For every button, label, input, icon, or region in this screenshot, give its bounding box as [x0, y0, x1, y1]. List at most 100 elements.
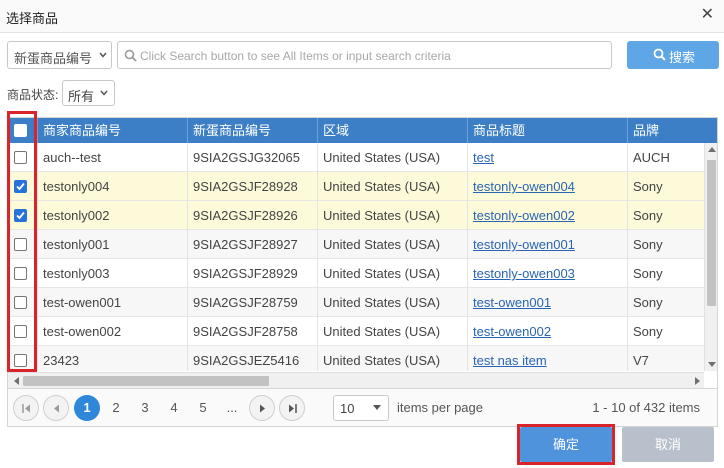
checkmark-icon — [16, 211, 25, 220]
scroll-right-icon[interactable] — [695, 377, 701, 385]
seller-sku-cell: testonly001 — [37, 230, 187, 259]
region-cell: United States (USA) — [317, 172, 467, 201]
row-checkbox[interactable] — [14, 180, 27, 193]
pager: 1 2 3 4 5 ... 10 items per page 1 - 10 o… — [7, 389, 718, 427]
region-cell: United States (USA) — [317, 346, 467, 371]
title-link[interactable]: test nas item — [467, 346, 627, 371]
dialog-titlebar: 选择商品 ✕ — [0, 0, 724, 33]
title-link[interactable]: testonly-owen002 — [467, 201, 627, 230]
page-button[interactable]: 4 — [161, 395, 187, 421]
row-checkbox[interactable] — [14, 296, 27, 309]
select-all-cell — [8, 118, 37, 143]
column-header[interactable]: 品牌 — [627, 118, 717, 143]
confirm-button[interactable]: 确定 — [520, 427, 612, 462]
chevron-right-icon — [260, 404, 265, 413]
brand-cell: Sony — [627, 288, 704, 317]
table-row[interactable]: testonly002 9SIA2GSJF28926 United States (… — [8, 201, 704, 230]
search-row: 新蛋商品编号 Click Search button to see All It… — [0, 33, 724, 75]
page-button[interactable]: 3 — [132, 395, 158, 421]
newegg-item-cell: 9SIA2GSJF28927 — [187, 230, 317, 259]
chevron-down-icon — [100, 90, 108, 96]
row-checkbox[interactable] — [14, 325, 27, 338]
table-row[interactable]: auch--test 9SIA2GSJG32065 United States (U… — [8, 143, 704, 172]
brand-cell: Sony — [627, 317, 704, 346]
search-icon — [653, 48, 666, 61]
chevron-down-icon — [99, 52, 107, 58]
row-checkbox[interactable] — [14, 267, 27, 280]
row-checkbox[interactable] — [14, 354, 27, 367]
region-cell: United States (USA) — [317, 259, 467, 288]
region-cell: United States (USA) — [317, 288, 467, 317]
first-page-button[interactable] — [13, 395, 39, 421]
brand-cell: AUCH — [627, 143, 704, 172]
brand-cell: Sony — [627, 230, 704, 259]
search-type-select[interactable]: 新蛋商品编号 — [7, 41, 112, 69]
scroll-up-icon[interactable] — [708, 146, 716, 152]
close-icon[interactable]: ✕ — [701, 7, 714, 23]
region-cell: United States (USA) — [317, 230, 467, 259]
table-row[interactable]: testonly001 9SIA2GSJF28927 United States (… — [8, 230, 704, 259]
chevron-left-icon — [54, 404, 59, 413]
seller-sku-cell: test-owen001 — [37, 288, 187, 317]
previous-page-button[interactable] — [43, 395, 69, 421]
page-size-value: 10 — [340, 401, 355, 416]
page-button[interactable]: 1 — [74, 395, 100, 421]
search-type-value: 新蛋商品编号 — [14, 51, 93, 66]
table-row[interactable]: 23423 9SIA2GSJEZ5416 United States (USA) te… — [8, 346, 704, 371]
column-header[interactable]: 区域 — [317, 118, 467, 143]
row-checkbox[interactable] — [14, 209, 27, 222]
cancel-button[interactable]: 取消 — [622, 427, 714, 462]
title-link[interactable]: test — [467, 143, 627, 172]
status-filter-value: 所有 — [68, 89, 95, 104]
table-row[interactable]: testonly004 9SIA2GSJF28928 United States (… — [8, 172, 704, 201]
next-page-button[interactable] — [249, 395, 275, 421]
newegg-item-cell: 9SIA2GSJF28929 — [187, 259, 317, 288]
page-ellipsis[interactable]: ... — [219, 395, 245, 421]
checkmark-icon — [16, 182, 25, 191]
title-link[interactable]: test-owen002 — [467, 317, 627, 346]
first-page-icon — [22, 404, 30, 413]
seller-sku-cell: testonly002 — [37, 201, 187, 230]
status-filter-label: 商品状态: — [7, 88, 59, 102]
search-button[interactable]: 搜索 — [627, 41, 719, 69]
status-filter-select[interactable]: 所有 — [62, 80, 115, 106]
caret-down-icon — [373, 405, 381, 410]
page-size-select[interactable]: 10 — [333, 395, 389, 421]
title-link[interactable]: test-owen001 — [467, 288, 627, 317]
grid-header: 商家商品编号 新蛋商品编号 区域 商品标题 品牌 — [8, 118, 717, 143]
page-button[interactable]: 5 — [190, 395, 216, 421]
page-button[interactable]: 2 — [103, 395, 129, 421]
horizontal-scroll-thumb[interactable] — [23, 376, 269, 386]
select-all-checkbox[interactable] — [14, 124, 27, 137]
seller-sku-cell: 23423 — [37, 346, 187, 371]
column-header[interactable]: 商家商品编号 — [37, 118, 187, 143]
status-filter-row: 商品状态: 所有 — [0, 78, 724, 108]
column-header[interactable]: 商品标题 — [467, 118, 627, 143]
dialog-title: 选择商品 — [6, 11, 59, 26]
brand-cell: Sony — [627, 201, 704, 230]
column-header[interactable]: 新蛋商品编号 — [187, 118, 317, 143]
vertical-scroll-thumb[interactable] — [707, 160, 716, 306]
newegg-item-cell: 9SIA2GSJF28759 — [187, 288, 317, 317]
horizontal-scrollbar[interactable] — [8, 372, 704, 388]
title-link[interactable]: testonly-owen004 — [467, 172, 627, 201]
vertical-scrollbar[interactable] — [704, 143, 717, 371]
scroll-down-icon[interactable] — [708, 362, 716, 368]
scroll-left-icon[interactable] — [13, 377, 19, 385]
brand-cell: Sony — [627, 172, 704, 201]
table-row[interactable]: test-owen001 9SIA2GSJF28759 United States … — [8, 288, 704, 317]
title-link[interactable]: testonly-owen001 — [467, 230, 627, 259]
title-link[interactable]: testonly-owen003 — [467, 259, 627, 288]
last-page-button[interactable] — [279, 395, 305, 421]
row-checkbox[interactable] — [14, 238, 27, 251]
grid-body: auch--test 9SIA2GSJG32065 United States (U… — [8, 143, 704, 371]
search-input[interactable]: Click Search button to see All Items or … — [117, 41, 612, 69]
product-grid: 商家商品编号 新蛋商品编号 区域 商品标题 品牌 auch--test 9SIA2… — [7, 117, 718, 389]
newegg-item-cell: 9SIA2GSJF28926 — [187, 201, 317, 230]
seller-sku-cell: test-owen002 — [37, 317, 187, 346]
row-checkbox[interactable] — [14, 151, 27, 164]
region-cell: United States (USA) — [317, 143, 467, 172]
table-row[interactable]: test-owen002 9SIA2GSJF28758 United States … — [8, 317, 704, 346]
table-row[interactable]: testonly003 9SIA2GSJF28929 United States (… — [8, 259, 704, 288]
brand-cell: V7 — [627, 346, 704, 371]
